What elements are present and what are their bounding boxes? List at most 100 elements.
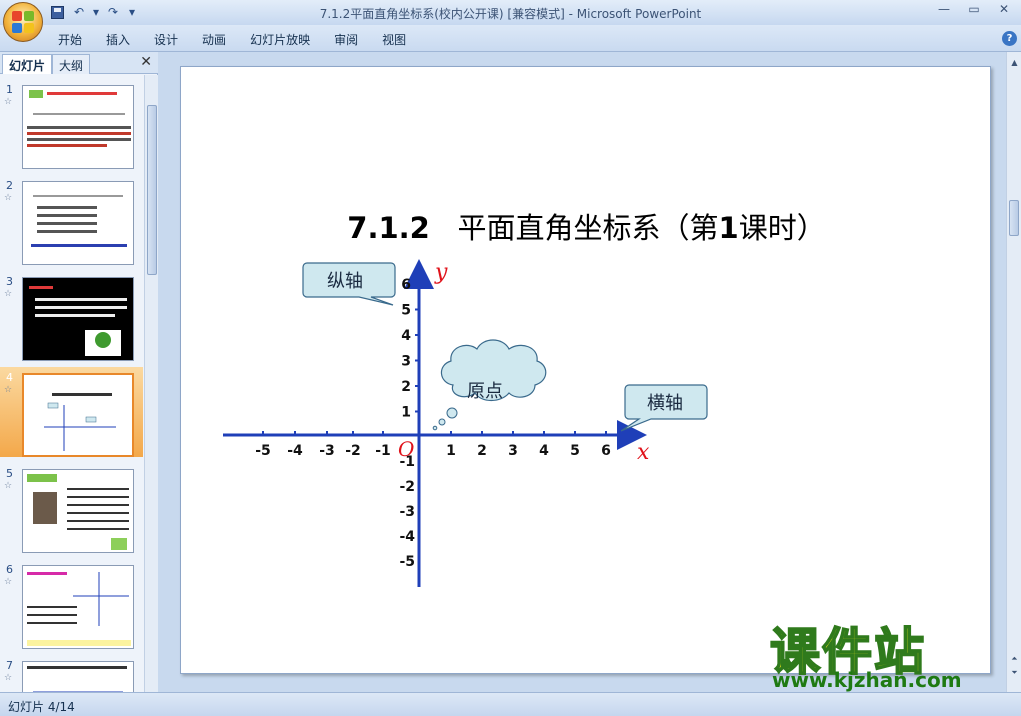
office-logo-icon: [12, 11, 34, 33]
window-controls: — ▭ ✕: [933, 2, 1015, 20]
slide-thumb-image: [22, 469, 134, 553]
scrollbar-thumb[interactable]: [1009, 200, 1019, 236]
save-button[interactable]: [48, 3, 66, 21]
window-title: 7.1.2平面直角坐标系(校内公开课) [兼容模式] - Microsoft P…: [319, 7, 702, 21]
tab-review[interactable]: 审阅: [322, 31, 370, 48]
x-tick-label: -5: [255, 443, 271, 459]
x-tick-label: 2: [477, 443, 487, 459]
x-axis-callout[interactable]: 横轴: [620, 384, 708, 432]
slide-number: 3: [6, 275, 13, 288]
scrollbar-thumb[interactable]: [147, 105, 157, 275]
close-pane-icon[interactable]: ✕: [140, 54, 152, 70]
y-tick-label: 2: [401, 379, 411, 395]
slide-thumbnail-4[interactable]: 4 ☆: [0, 367, 143, 457]
slide-number: 5: [6, 467, 13, 480]
tab-animations[interactable]: 动画: [190, 31, 238, 48]
y-tick-label: 1: [401, 405, 411, 421]
slide-thumbnail-2[interactable]: 2 ☆: [0, 175, 143, 265]
watermark-url: www.kjzhan.com: [772, 668, 962, 692]
animation-icon: ☆: [4, 97, 13, 107]
y-tick-label: 5: [401, 303, 411, 319]
slide-counter: 幻灯片 4/14: [8, 700, 75, 714]
editor-scrollbar[interactable]: ▲ ⏶ ⏷: [1006, 52, 1021, 692]
animation-icon: ☆: [4, 385, 13, 395]
ribbon: 开始 插入 设计 动画 幻灯片放映 审阅 视图 ?: [0, 25, 1021, 52]
y-axis-callout[interactable]: 纵轴: [302, 262, 396, 306]
tab-home[interactable]: 开始: [46, 31, 94, 48]
slide-number: 6: [6, 563, 13, 576]
origin-callout[interactable]: 原点: [432, 339, 547, 431]
slide-thumb-image: [22, 661, 134, 692]
slide-thumbnail-6[interactable]: 6 ☆: [0, 559, 143, 649]
slide-number: 7: [6, 659, 13, 672]
scroll-up-icon[interactable]: ▲: [1008, 56, 1021, 69]
tab-slides[interactable]: 幻灯片: [2, 54, 53, 74]
slide-thumb-image: [22, 181, 134, 265]
animation-icon: ☆: [4, 673, 13, 683]
undo-button[interactable]: ↶: [70, 3, 88, 21]
y-tick-label: 3: [401, 354, 411, 370]
tab-slideshow[interactable]: 幻灯片放映: [238, 31, 322, 48]
tab-view[interactable]: 视图: [370, 31, 418, 48]
ribbon-tabs: 开始 插入 设计 动画 幻灯片放映 审阅 视图: [46, 31, 418, 48]
watermark: 课件站 www.kjzhan.com: [769, 612, 1010, 692]
x-tick-label: -2: [345, 443, 361, 459]
animation-icon: ☆: [4, 193, 13, 203]
status-bar: 幻灯片 4/14: [0, 692, 1021, 716]
x-tick-labels: -5 -4 -3 -2 -1 1 2 3 4 5 6: [255, 443, 611, 459]
slide-editor: 7.1.2 平面直角坐标系（第1课时） y x O -5 -4 -3 -2 -1 1 2 3 4…: [159, 52, 1006, 692]
redo-button[interactable]: ↷: [104, 3, 122, 21]
y-axis-label: y: [434, 260, 448, 285]
minimize-button[interactable]: —: [933, 2, 955, 20]
y-tick-label: -4: [399, 529, 415, 545]
thumbnail-list: 1 ☆ 2 ☆ 3 ☆ 4 ☆ 5 ☆ 6 ☆ 7 ☆: [0, 75, 143, 692]
slide-thumbnail-1[interactable]: 1 ☆: [0, 79, 143, 169]
slide-number: 4: [6, 371, 13, 384]
x-tick-label: 6: [601, 443, 611, 459]
quick-access-toolbar: ↶ ▾ ↷ ▾: [48, 3, 138, 21]
close-window-button[interactable]: ✕: [993, 2, 1015, 20]
maximize-button[interactable]: ▭: [963, 2, 985, 20]
tab-design[interactable]: 设计: [142, 31, 190, 48]
y-tick-label: -2: [399, 479, 415, 495]
origin-callout-text: 原点: [467, 381, 503, 402]
customize-toolbar-button[interactable]: ▾: [126, 3, 138, 21]
x-tick-label: 5: [570, 443, 580, 459]
undo-dropdown[interactable]: ▾: [92, 3, 100, 21]
x-tick-label: -3: [319, 443, 335, 459]
thumbnail-scrollbar[interactable]: [144, 75, 158, 692]
y-tick-labels: 6 5 4 3 2 1 -1 -2 -3 -4 -5: [399, 277, 415, 570]
title-bar: 7.1.2平面直角坐标系(校内公开课) [兼容模式] - Microsoft P…: [0, 0, 1021, 25]
help-icon[interactable]: ?: [1002, 31, 1017, 46]
x-axis-label: x: [637, 440, 650, 465]
y-tick-label: -3: [399, 504, 415, 520]
y-tick-label: -5: [399, 554, 415, 570]
axis-ticks: [262, 283, 607, 435]
slide-number: 1: [6, 83, 13, 96]
animation-icon: ☆: [4, 577, 13, 587]
slide-thumbnail-5[interactable]: 5 ☆: [0, 463, 143, 553]
slide-thumb-image: [22, 565, 134, 649]
tab-insert[interactable]: 插入: [94, 31, 142, 48]
slide-thumb-image: [22, 277, 134, 361]
slide-thumb-image: [22, 373, 134, 457]
animation-icon: ☆: [4, 289, 13, 299]
x-tick-label: -1: [375, 443, 391, 459]
x-tick-label: 4: [539, 443, 549, 459]
y-axis-callout-text: 纵轴: [327, 271, 363, 292]
x-tick-label: 3: [508, 443, 518, 459]
y-tick-label: 6: [401, 277, 411, 293]
current-slide[interactable]: 7.1.2 平面直角坐标系（第1课时） y x O -5 -4 -3 -2 -1 1 2 3 4…: [180, 66, 991, 674]
coordinate-diagram: y x O -5 -4 -3 -2 -1 1 2 3 4 5 6 654321-1-2-3-4-5 …: [223, 259, 708, 587]
y-tick-label: 4: [401, 328, 411, 344]
slide-thumbnail-7[interactable]: 7 ☆: [0, 655, 143, 692]
pane-tabs: 幻灯片 大纲 ✕: [0, 52, 158, 74]
slides-pane: 幻灯片 大纲 ✕ 1 ☆ 2 ☆ 3 ☆ 4 ☆ 5 ☆ 6 ☆ 7 ☆: [0, 52, 158, 692]
office-button[interactable]: [3, 2, 43, 42]
y-tick-label: -1: [399, 454, 415, 470]
slide-thumbnail-3[interactable]: 3 ☆: [0, 271, 143, 361]
save-icon: [50, 5, 64, 19]
tab-outline[interactable]: 大纲: [52, 54, 91, 74]
animation-icon: ☆: [4, 481, 13, 491]
x-tick-label: 1: [446, 443, 456, 459]
